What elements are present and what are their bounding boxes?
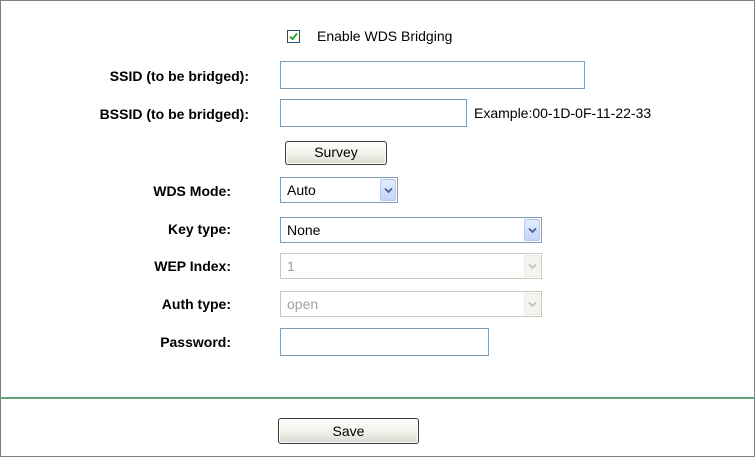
bssid-label: BSSID (to be bridged): bbox=[99, 106, 249, 122]
survey-button[interactable]: Survey bbox=[285, 141, 387, 165]
enable-wds-label: Enable WDS Bridging bbox=[317, 28, 453, 44]
password-input[interactable] bbox=[280, 328, 489, 356]
auth-type-label: Auth type: bbox=[161, 296, 231, 312]
ssid-input[interactable] bbox=[280, 61, 585, 89]
checkmark-icon bbox=[289, 32, 298, 41]
bssid-input[interactable] bbox=[280, 99, 467, 127]
wep-index-label: WEP Index: bbox=[154, 258, 231, 274]
ssid-label: SSID (to be bridged): bbox=[109, 68, 249, 84]
wep-index-value: 1 bbox=[287, 258, 295, 274]
enable-wds-checkbox[interactable] bbox=[287, 30, 300, 43]
auth-type-select[interactable]: open bbox=[280, 291, 542, 317]
chevron-down-icon[interactable] bbox=[380, 179, 396, 201]
bssid-example: Example:00-1D-0F-11-22-33 bbox=[474, 105, 652, 121]
key-type-value: None bbox=[287, 222, 321, 238]
wds-mode-select[interactable]: Auto bbox=[280, 177, 398, 203]
password-label: Password: bbox=[160, 334, 231, 350]
wds-mode-value: Auto bbox=[287, 182, 316, 198]
auth-type-value: open bbox=[287, 296, 319, 312]
section-divider bbox=[0, 397, 755, 399]
chevron-down-icon bbox=[524, 293, 540, 315]
wds-mode-label: WDS Mode: bbox=[153, 183, 231, 199]
wep-index-select[interactable]: 1 bbox=[280, 253, 542, 279]
chevron-down-icon[interactable] bbox=[524, 219, 540, 241]
save-button[interactable]: Save bbox=[278, 418, 419, 444]
wds-settings-panel: Enable WDS Bridging SSID (to be bridged)… bbox=[0, 0, 755, 457]
key-type-label: Key type: bbox=[167, 221, 231, 237]
key-type-select[interactable]: None bbox=[280, 217, 542, 243]
chevron-down-icon bbox=[524, 255, 540, 277]
